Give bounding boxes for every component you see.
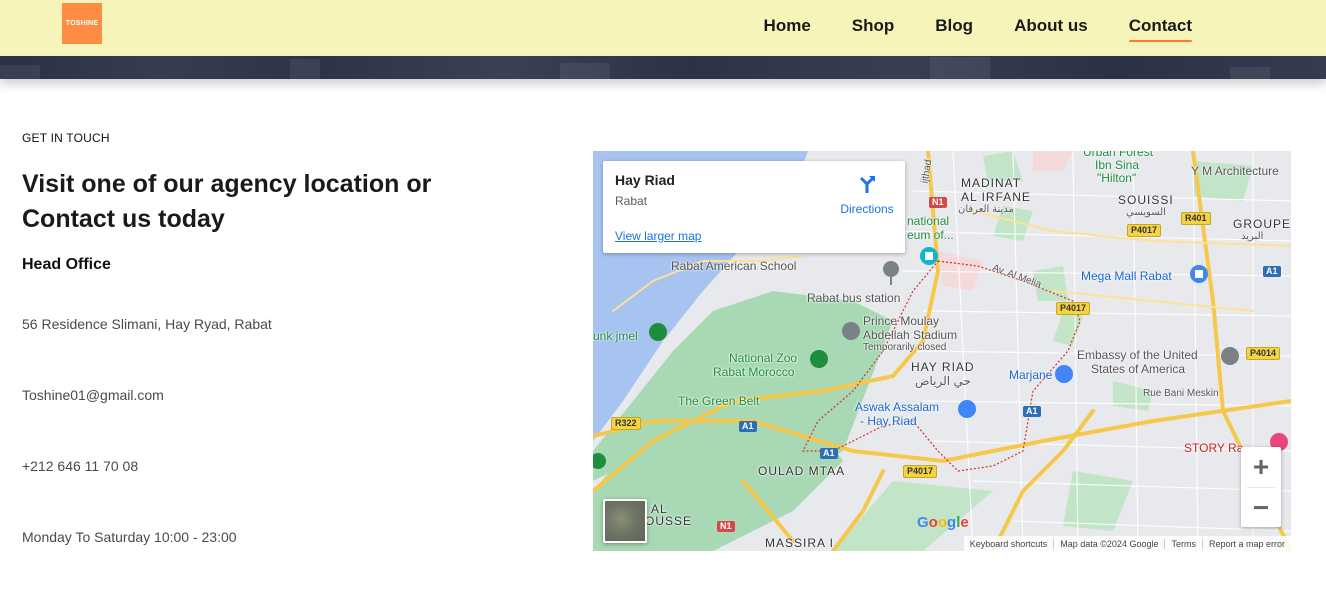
- road-shield-a1-right: A1: [1263, 266, 1281, 277]
- map-label-stadium-note: Temporarily closed: [863, 342, 947, 353]
- road-shield-a1-center: A1: [820, 448, 838, 459]
- office-email: Toshine01@gmail.com: [22, 387, 164, 403]
- nav-blog[interactable]: Blog: [935, 16, 973, 36]
- keyboard-shortcuts-link[interactable]: Keyboard shortcuts: [964, 539, 1054, 549]
- main-nav: Home Shop Blog About us Contact: [723, 0, 1193, 52]
- map-label-souissi-ar: السويسي: [1126, 207, 1166, 218]
- map-data-credit: Map data ©2024 Google: [1053, 538, 1164, 549]
- place-title: Hay Riad: [615, 172, 675, 188]
- map-label-al-2: OUSSE: [645, 514, 693, 528]
- office-hours: Monday To Saturday 10:00 - 23:00: [22, 529, 237, 545]
- nav-home[interactable]: Home: [764, 16, 811, 36]
- map-label-zoo-1: National Zoo: [729, 351, 798, 365]
- map-label-oulad-mtaa: OULAD MTAA: [758, 464, 846, 478]
- map-label-madinat: MADINAT: [961, 176, 1022, 190]
- road-shield-p4017-c: P4017: [903, 465, 938, 478]
- road-shield-n1-bottom: N1: [717, 521, 735, 532]
- office-address: 56 Residence Slimani, Hay Ryad, Rabat: [22, 316, 272, 332]
- map-label-stadium-2: Abdellah Stadium: [863, 328, 958, 342]
- directions-label: Directions: [840, 202, 894, 216]
- map-label-bani-meskin: Rue Bani Meskin: [1143, 388, 1219, 399]
- view-larger-map-link[interactable]: View larger map: [615, 229, 701, 243]
- section-eyebrow: GET IN TOUCH: [22, 131, 110, 145]
- brand-logo-text: TOSHINE: [65, 20, 99, 27]
- map-label-green-belt: The Green Belt: [678, 394, 760, 408]
- map-label-embassy-2: States of America: [1091, 362, 1186, 376]
- road-shield-r322: R322: [611, 417, 641, 430]
- map-place-card: Hay Riad Rabat View larger map Direction…: [603, 161, 905, 253]
- map-label-embassy-1: Embassy of the United: [1077, 348, 1198, 362]
- map-label-american-school: Rabat American School: [671, 259, 797, 273]
- map-label-mega-mall: Mega Mall Rabat: [1081, 269, 1172, 283]
- road-shield-p4017-b: P4017: [1056, 302, 1091, 315]
- hero-banner-strip: [0, 56, 1326, 79]
- map-label-hay-riad: HAY RIAD: [911, 360, 975, 374]
- google-map-embed[interactable]: Hay Riad Rabat View larger map Direction…: [593, 151, 1291, 551]
- map-label-souissi: SOUISSI: [1118, 193, 1174, 207]
- nav-about-us[interactable]: About us: [1014, 16, 1088, 36]
- satellite-layer-toggle[interactable]: [603, 499, 647, 543]
- map-label-hilton: "Hilton": [1097, 171, 1137, 185]
- terms-link[interactable]: Terms: [1164, 538, 1202, 549]
- map-label-aswak-1: Aswak Assalam: [855, 400, 940, 414]
- map-label-massira: MASSIRA I: [765, 536, 835, 550]
- map-label-national-museum-1: national: [907, 214, 950, 228]
- top-navbar: TOSHINE Home Shop Blog About us Contact: [0, 0, 1326, 56]
- map-label-ibn-sina: Ibn Sina: [1095, 158, 1140, 172]
- road-shield-p4014: P4014: [1246, 347, 1281, 360]
- map-label-ym-architecture: Y M Architecture: [1191, 164, 1279, 178]
- map-label-funk: unk jmel: [593, 329, 638, 343]
- map-label-zoo-2: Rabat Morocco: [713, 365, 795, 379]
- road-shield-r401: R401: [1181, 212, 1211, 225]
- map-label-aswak-2: - Hay Riad: [860, 414, 917, 428]
- nav-contact[interactable]: Contact: [1128, 16, 1193, 42]
- map-label-national-museum-2: eum of...: [907, 228, 954, 242]
- map-label-marjane: Marjane: [1009, 368, 1053, 382]
- road-shield-n1-top: N1: [929, 197, 947, 208]
- report-map-error-link[interactable]: Report a map error: [1201, 538, 1291, 549]
- map-label-bus-station: Rabat bus station: [807, 291, 901, 305]
- google-logo: Google: [917, 514, 969, 531]
- map-label-groupe-ar: البريد: [1241, 231, 1264, 242]
- page-headline: Visit one of our agency location or Cont…: [22, 170, 432, 233]
- zoom-controls: + −: [1241, 447, 1281, 527]
- road-shield-a1-mid: A1: [1023, 406, 1041, 417]
- road-shield-a1-left: A1: [739, 421, 757, 432]
- zoom-in-button[interactable]: +: [1241, 447, 1281, 487]
- map-label-irfane-ar: مدينة العرفان: [958, 204, 1014, 215]
- zoom-out-button[interactable]: −: [1241, 488, 1281, 528]
- map-attribution-bar: Keyboard shortcuts Map data ©2024 Google…: [963, 536, 1291, 551]
- map-label-hay-riad-ar: حي الرياض: [915, 374, 971, 388]
- map-label-groupe: GROUPE: [1233, 217, 1291, 231]
- directions-button[interactable]: Directions: [823, 173, 911, 216]
- map-label-stadium-1: Prince Moulay: [863, 314, 940, 328]
- head-office-title: Head Office: [22, 256, 111, 273]
- place-subtitle: Rabat: [615, 194, 648, 208]
- map-label-story: STORY Ra: [1184, 441, 1244, 455]
- road-shield-p4017-a: P4017: [1127, 224, 1162, 237]
- office-phone: +212 646 11 70 08: [22, 458, 139, 474]
- directions-icon: [859, 176, 875, 193]
- map-label-al-irfane: AL IRFANE: [961, 190, 1031, 204]
- brand-logo[interactable]: TOSHINE: [62, 3, 102, 44]
- nav-shop[interactable]: Shop: [852, 16, 895, 36]
